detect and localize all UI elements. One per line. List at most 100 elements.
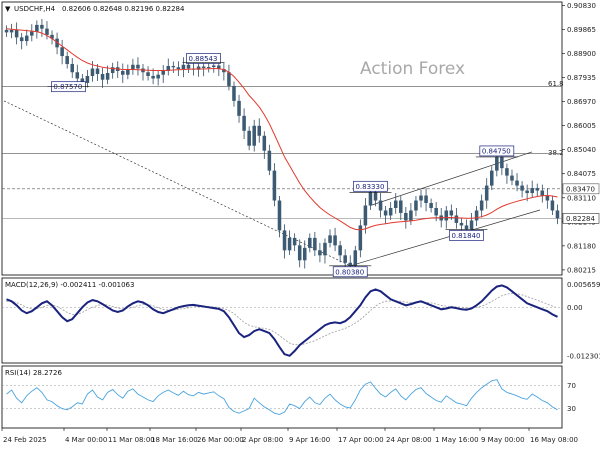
candle-body (121, 70, 125, 75)
candle-body (292, 237, 297, 246)
candle-body (414, 200, 418, 211)
candle-body (151, 75, 155, 79)
candle-body (257, 125, 262, 136)
candle-body (373, 192, 378, 201)
price-tick-label: 0.90830 (567, 2, 596, 10)
candle-body (272, 170, 277, 201)
price-tick-label: 0.89865 (567, 26, 596, 34)
candle-body (30, 31, 34, 36)
annotation-label: 0.81840 (451, 232, 480, 240)
candle-body (60, 47, 64, 57)
candle-body (429, 203, 433, 208)
fib-382-label: 38.2 (548, 149, 564, 157)
candle-body (247, 130, 251, 146)
candle-body (4, 29, 9, 33)
time-tick-label: 26 Mar 00:00 (197, 436, 244, 444)
candle-body (105, 72, 110, 80)
rsi-title: RSI(14) 28.2726 (5, 369, 62, 377)
time-tick-label: 9 May 00:00 (481, 436, 525, 444)
candle-body (464, 225, 469, 230)
symbol-name: USDCHF,H4 (14, 5, 56, 13)
price-tick-label: 0.85040 (567, 146, 596, 154)
candle-body (232, 85, 236, 101)
annotation-label: 0.88543 (188, 55, 217, 63)
candle-body (469, 220, 474, 230)
candle-body (328, 235, 332, 243)
candle-body (454, 215, 459, 223)
candle-body (297, 245, 302, 261)
candle-body (363, 205, 368, 226)
candle-body (40, 24, 44, 29)
price-tick-label: 0.83110 (567, 194, 596, 202)
level-price-label: 0.83470 (566, 185, 595, 193)
candle-body (353, 250, 358, 266)
candle-body (45, 28, 49, 35)
candle-body (85, 75, 90, 83)
time-tick-label: 24 Apr 08:00 (386, 436, 432, 444)
current-price-label: 0.82284 (566, 215, 595, 223)
candle-body (277, 200, 282, 231)
candle-body (90, 68, 95, 76)
candle-body (9, 29, 14, 33)
candle-body (171, 66, 176, 68)
chart-root: Action Forex ▼ USDCHF,H4 0.82606 0.82648… (0, 0, 600, 450)
price-axis: 0.90830 0.89865 0.88900 0.87935 0.86970 0.860… (562, 2, 600, 274)
candle-body (313, 237, 317, 251)
candle-body (368, 192, 373, 206)
candle-body (95, 68, 100, 74)
candle-body (404, 212, 408, 221)
candle-body (100, 73, 105, 80)
candle-body (318, 250, 322, 256)
candle-body (505, 168, 509, 176)
annotation-label: 0.80380 (335, 268, 364, 276)
candle-body (308, 237, 312, 248)
price-tick-label: 0.80215 (567, 266, 596, 274)
annotation-label: 0.84750 (482, 147, 511, 155)
candle-body (131, 64, 135, 70)
candle-body (530, 188, 534, 194)
candle-body (383, 210, 388, 216)
candle-body (535, 188, 540, 191)
candle-body (500, 156, 504, 169)
candle-body (161, 70, 165, 75)
candle-body (520, 185, 524, 191)
candle-body (206, 67, 211, 69)
symbol-arrow-icon: ▼ (5, 5, 11, 13)
candle-body (176, 67, 181, 70)
chart-canvas: Action Forex ▼ USDCHF,H4 0.82606 0.82648… (1, 1, 600, 444)
macd-axis-label: -0.012301 (567, 353, 600, 361)
candle-body (186, 64, 191, 69)
candle-body (287, 237, 292, 251)
candle-body (434, 207, 438, 216)
candle-body (348, 262, 353, 266)
candle-body (555, 210, 560, 219)
price-tick-label: 0.88900 (567, 50, 596, 58)
candle-body (479, 200, 484, 211)
candle-body (409, 210, 413, 221)
candle-body (227, 72, 231, 86)
rsi-axis-label: 70 (567, 382, 576, 390)
candle-body (393, 200, 398, 208)
candle-body (484, 185, 489, 201)
candle-body (550, 200, 555, 211)
candle-body (333, 235, 337, 246)
price-tick-label: 0.87935 (567, 74, 596, 82)
candle-body (540, 190, 545, 196)
time-tick-label: 17 Apr 00:00 (338, 436, 384, 444)
candle-body (146, 72, 150, 76)
candle-body (510, 175, 514, 181)
candle-body (343, 255, 347, 263)
candle-body (495, 156, 499, 171)
macd-axis-label: 0.005659 (567, 281, 600, 289)
candle-body (136, 64, 140, 69)
price-tick-label: 0.84075 (567, 170, 596, 178)
candle-body (211, 65, 216, 68)
candle-body (24, 35, 29, 42)
candle-body (515, 180, 519, 186)
candle-body (35, 24, 39, 32)
annotation-label: 0.83330 (355, 183, 384, 191)
time-axis: 24 Feb 2025 4 Mar 00:00 11 Mar 08:0018 Mar… (1, 428, 578, 444)
price-tick-label: 0.81180 (567, 242, 596, 250)
candle-body (545, 195, 550, 201)
candle-body (388, 207, 393, 216)
